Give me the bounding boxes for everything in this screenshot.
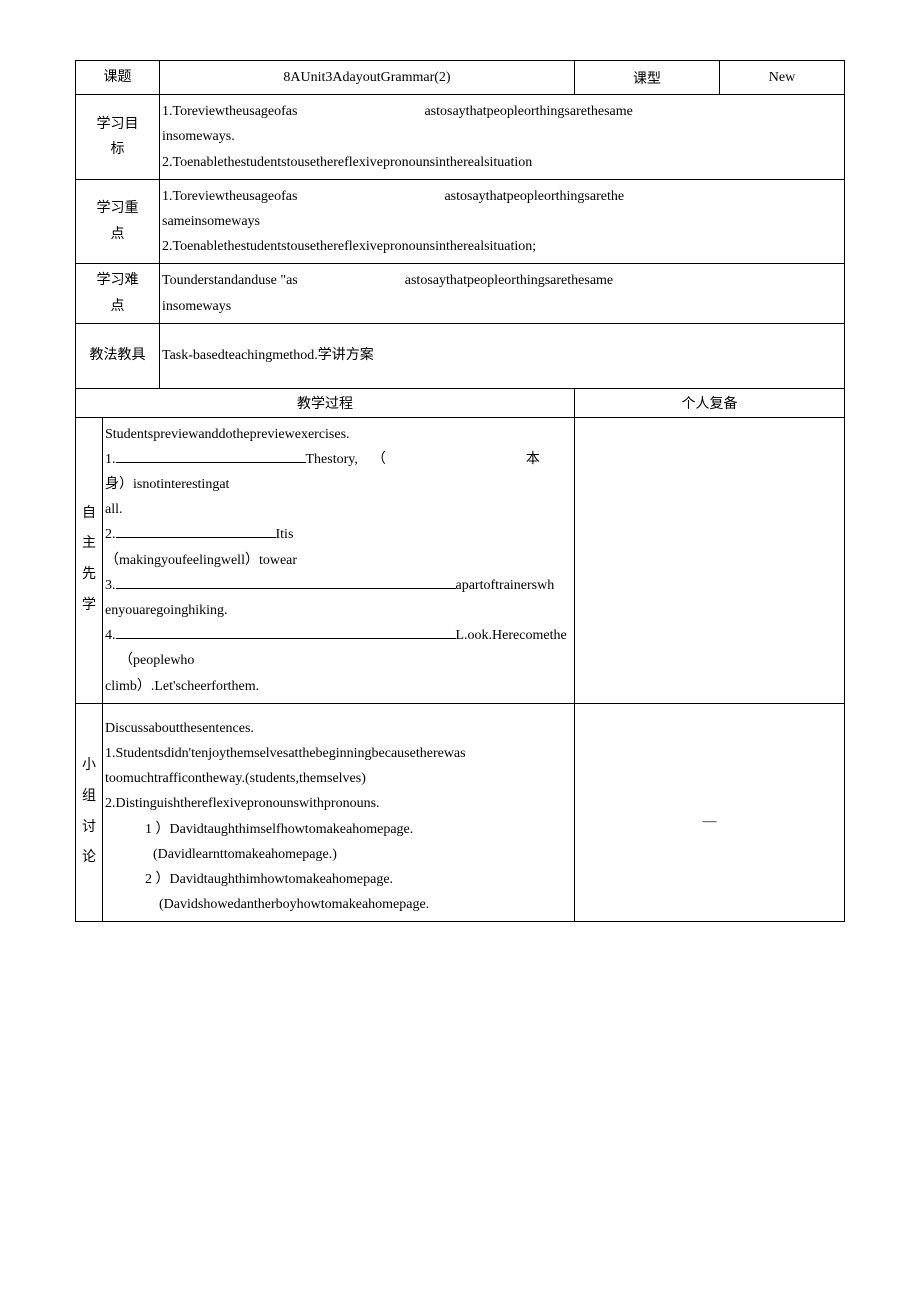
sec1-l7: 3.apartoftrainerswh (105, 573, 572, 598)
difficulty-row: 学习难 点 Tounderstandanduse "as astosaythat… (76, 264, 845, 323)
focus-label-cell: 学习重 点 (76, 179, 160, 264)
difficulty-label-l2: 点 (78, 294, 157, 319)
section2-char1: 小 (78, 751, 100, 782)
difficulty-content-cell: Tounderstandanduse "as astosaythatpeople… (160, 264, 845, 323)
sec1-l5: 2.Itis (105, 522, 572, 547)
section2-label-cell: 小 组 讨 论 (76, 703, 103, 922)
header-row: 课题 8AUnit3AdayoutGrammar(2) 课型 New (76, 61, 845, 95)
section1-char2: 主 (78, 529, 100, 560)
objective-line3: 2.Toenablethestudentstousethereflexivepr… (162, 150, 842, 175)
difficulty-line1: Tounderstandanduse "as astosaythatpeople… (162, 268, 842, 293)
objective-label-cell: 学习目 标 (76, 95, 160, 180)
sec2-l6: (Davidlearnttomakeahomepage.) (105, 842, 572, 867)
blank-line (116, 448, 306, 463)
difficulty-line2: insomeways (162, 294, 842, 319)
section2-content-cell: Discussaboutthesentences. 1.Studentsdidn… (103, 703, 575, 922)
process-label: 教学过程 (297, 397, 353, 412)
section2-char4: 论 (78, 843, 100, 874)
blank-line (116, 523, 276, 538)
type-label-cell: 课型 (575, 61, 720, 95)
sec2-l7: 2 ）Davidtaughthimhowtomakeahomepage. (105, 867, 572, 892)
sec1-l6: （makingyoufeelingwell）towear (105, 548, 572, 573)
section2-row: 小 组 讨 论 Discussaboutthesentences. 1.Stud… (76, 703, 845, 922)
sec1-l8: enyouaregoinghiking. (105, 598, 572, 623)
topic-value-cell: 8AUnit3AdayoutGrammar(2) (160, 61, 575, 95)
sec1-l3: 身）isnotinterestingat (105, 472, 572, 497)
process-header-row: 教学过程 个人复备 (76, 388, 845, 417)
sec2-l2: 1.Studentsdidn'tenjoythemselvesatthebegi… (105, 741, 572, 766)
objective-row: 学习目 标 1.Toreviewtheusageofas astosaythat… (76, 95, 845, 180)
method-label-cell: 教法教具 (76, 323, 160, 388)
method-content-cell: Task-basedteachingmethod.学讲方案 (160, 323, 845, 388)
blank-line (116, 624, 456, 639)
sec1-l2: 1.Thestory, （本 (105, 447, 572, 472)
sec1-l11: climb）.Let'scheerforthem. (105, 674, 572, 699)
sec1-l10: （peoplewho (105, 648, 572, 673)
objective-line2: insomeways. (162, 124, 842, 149)
sec2-l8: (Davidshowedantherboyhowtomakeahomepage. (105, 892, 572, 917)
focus-line2: sameinsomeways (162, 209, 842, 234)
difficulty-label-l1: 学习难 (78, 268, 157, 293)
focus-label-l1: 学习重 (78, 196, 157, 221)
section2-char2: 组 (78, 782, 100, 813)
topic-label-cell: 课题 (76, 61, 160, 95)
process-label-cell: 教学过程 (76, 388, 575, 417)
blank-line (116, 574, 456, 589)
focus-row: 学习重 点 1.Toreviewtheusageofas astosaythat… (76, 179, 845, 264)
section2-note: — (577, 814, 842, 830)
type-value-cell: New (720, 61, 845, 95)
sec2-l4: 2.Distinguishthereflexivepronounswithpro… (105, 791, 572, 816)
method-row: 教法教具 Task-basedteachingmethod.学讲方案 (76, 323, 845, 388)
objective-content-cell: 1.Toreviewtheusageofas astosaythatpeople… (160, 95, 845, 180)
topic-value: 8AUnit3AdayoutGrammar(2) (283, 70, 450, 85)
section1-note-cell (575, 417, 845, 703)
focus-line1: 1.Toreviewtheusageofas astosaythatpeople… (162, 184, 842, 209)
focus-line3: 2.Toenablethestudentstousethereflexivepr… (162, 234, 842, 259)
method-content: Task-basedteachingmethod.学讲方案 (162, 348, 374, 363)
lesson-plan-table: 课题 8AUnit3AdayoutGrammar(2) 课型 New 学习目 标… (75, 60, 845, 922)
focus-content-cell: 1.Toreviewtheusageofas astosaythatpeople… (160, 179, 845, 264)
section1-label-cell: 自 主 先 学 (76, 417, 103, 703)
sec2-l1: Discussaboutthesentences. (105, 716, 572, 741)
type-label: 课型 (633, 72, 661, 87)
method-label: 教法教具 (90, 348, 146, 363)
notes-label-cell: 个人复备 (575, 388, 845, 417)
sec1-l9: 4.L.ook.Herecomethe (105, 623, 572, 648)
type-value: New (769, 70, 795, 85)
section1-char1: 自 (78, 499, 100, 530)
topic-label: 课题 (104, 70, 132, 85)
sec1-l1: Studentspreviewanddothepreviewexercises. (105, 422, 572, 447)
section1-row: 自 主 先 学 Studentspreviewanddothepreviewex… (76, 417, 845, 703)
section2-char3: 讨 (78, 813, 100, 844)
section1-char3: 先 (78, 560, 100, 591)
objective-line1: 1.Toreviewtheusageofas astosaythatpeople… (162, 99, 842, 124)
section2-note-cell: — (575, 703, 845, 922)
objective-label-l2: 标 (78, 137, 157, 162)
section1-char4: 学 (78, 591, 100, 622)
focus-label-l2: 点 (78, 222, 157, 247)
section1-content-cell: Studentspreviewanddothepreviewexercises.… (103, 417, 575, 703)
sec1-l4: all. (105, 497, 572, 522)
difficulty-label-cell: 学习难 点 (76, 264, 160, 323)
objective-label-l1: 学习目 (78, 112, 157, 137)
notes-label: 个人复备 (682, 397, 738, 412)
sec2-l3: toomuchtrafficontheway.(students,themsel… (105, 766, 572, 791)
sec2-l5: 1 ）Davidtaughthimselfhowtomakeahomepage. (105, 817, 572, 842)
